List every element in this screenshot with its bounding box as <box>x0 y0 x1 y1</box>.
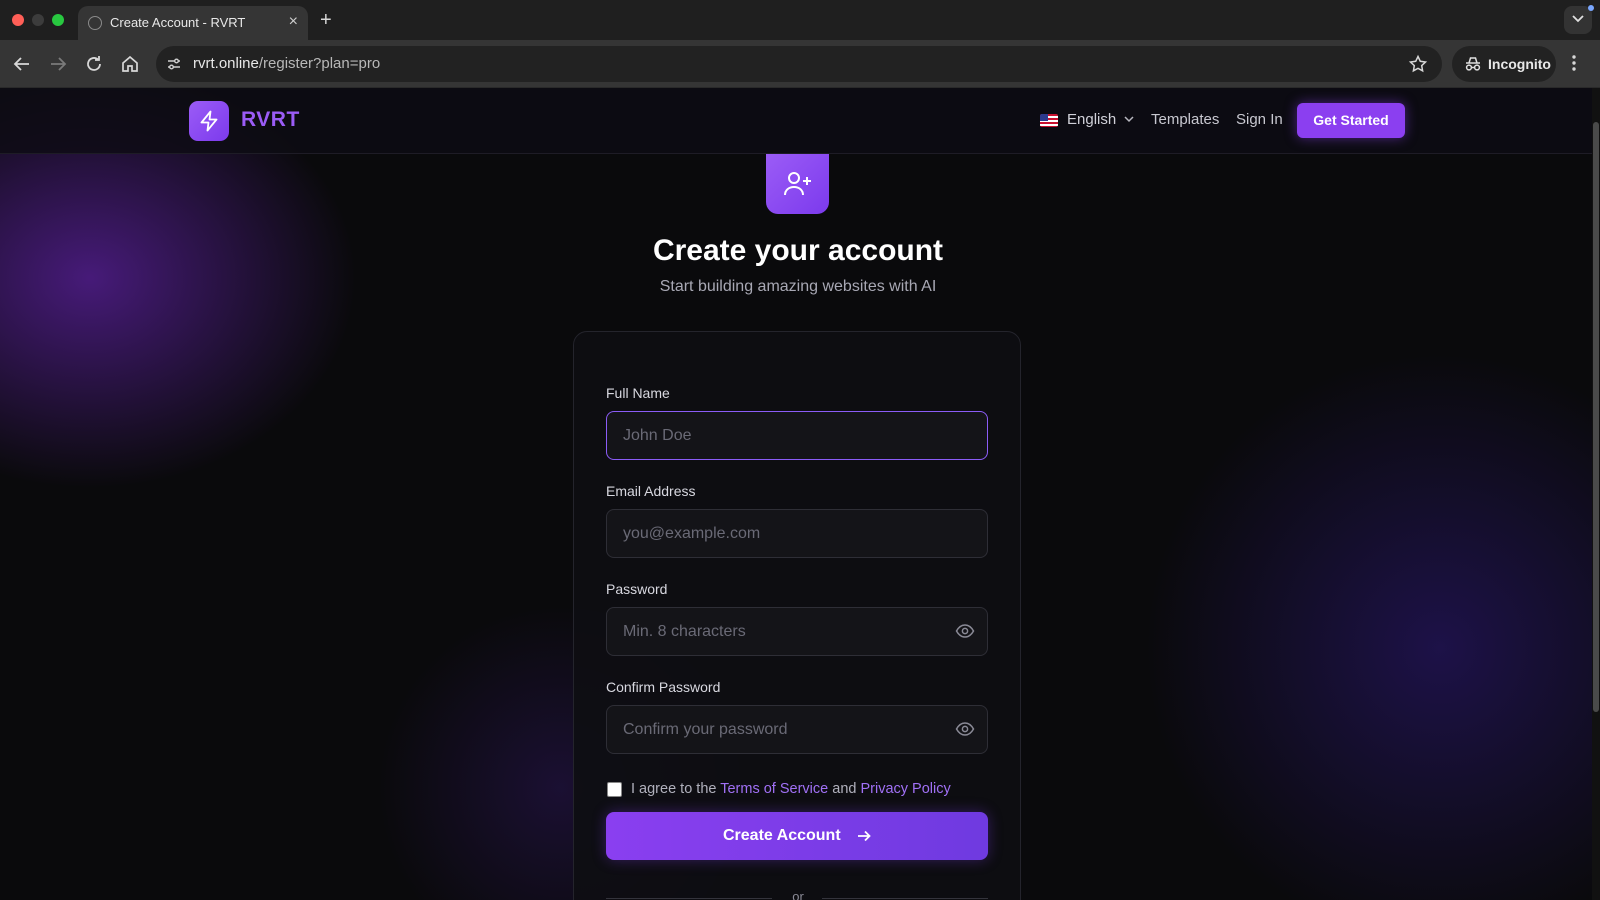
full-name-label: Full Name <box>606 385 670 401</box>
terms-of-service-link[interactable]: Terms of Service <box>720 781 828 797</box>
nav-templates-link[interactable]: Templates <box>1151 111 1219 128</box>
email-field[interactable] <box>606 509 988 558</box>
back-button[interactable] <box>10 52 34 76</box>
tab-title: Create Account - RVRT <box>110 15 246 30</box>
agree-and: and <box>832 781 857 797</box>
email-input[interactable] <box>607 510 987 557</box>
page-subtitle: Start building amazing websites with AI <box>659 278 937 295</box>
us-flag-icon <box>1040 114 1058 127</box>
lightning-icon <box>200 110 218 132</box>
chevron-down-icon <box>1124 116 1134 123</box>
globe-icon <box>88 16 102 30</box>
chevron-down-icon <box>1572 15 1584 23</box>
scrollbar-thumb[interactable] <box>1593 122 1599 712</box>
forward-button[interactable] <box>46 52 70 76</box>
page-viewport: RVRT English Templates Sign In Get Start… <box>0 88 1600 900</box>
more-vert-icon[interactable] <box>1572 54 1576 72</box>
arrow-left-icon <box>13 57 29 71</box>
language-label: English <box>1067 111 1117 128</box>
tab-close-icon[interactable]: × <box>289 13 298 31</box>
user-plus-icon <box>784 172 811 196</box>
window-minimize-button[interactable] <box>32 14 44 26</box>
reload-button[interactable] <box>82 52 106 76</box>
full-name-field[interactable] <box>606 411 988 460</box>
url-text: rvrt.online/register?plan=pro <box>193 55 380 72</box>
email-label: Email Address <box>606 483 696 499</box>
password-field[interactable] <box>606 607 988 656</box>
incognito-icon <box>1465 57 1481 71</box>
confirm-password-label: Confirm Password <box>606 679 721 695</box>
browser-toolbar: rvrt.online/register?plan=pro Incognito <box>0 40 1600 88</box>
logo-mark[interactable] <box>189 101 229 141</box>
browser-tab[interactable]: Create Account - RVRT × <box>78 6 308 40</box>
notification-dot <box>1588 5 1594 11</box>
window-maximize-button[interactable] <box>52 14 64 26</box>
eye-icon[interactable] <box>955 623 975 639</box>
create-account-label: Create Account <box>723 827 841 844</box>
nav-sign-in-link[interactable]: Sign In <box>1236 111 1283 128</box>
terms-checkbox[interactable] <box>607 782 622 797</box>
confirm-password-field[interactable] <box>606 705 988 754</box>
privacy-policy-link[interactable]: Privacy Policy <box>860 781 950 797</box>
page-title: Create your account <box>652 234 944 267</box>
site-header: RVRT English Templates Sign In Get Start… <box>0 88 1592 154</box>
get-started-label: Get Started <box>1313 112 1389 128</box>
brand-name[interactable]: RVRT <box>241 108 300 132</box>
page-scrollbar[interactable] <box>1592 88 1600 900</box>
tab-search-button[interactable] <box>1564 6 1592 34</box>
agree-prefix: I agree to the <box>631 781 717 797</box>
terms-agreement-text: I agree to the Terms of Service and Priv… <box>631 781 951 797</box>
incognito-badge[interactable]: Incognito <box>1452 46 1556 82</box>
browser-tab-bar: Create Account - RVRT × + <box>0 0 1600 40</box>
password-label: Password <box>606 581 668 597</box>
home-icon <box>122 55 138 72</box>
register-form-card: Full Name Email Address Password Confirm… <box>573 331 1021 900</box>
site-settings-icon[interactable] <box>166 56 182 72</box>
hero-icon-badge <box>766 154 829 214</box>
divider-or-text: or <box>792 889 804 900</box>
eye-icon[interactable] <box>955 721 975 737</box>
confirm-password-input[interactable] <box>607 706 987 753</box>
address-bar[interactable]: rvrt.online/register?plan=pro <box>156 46 1442 82</box>
get-started-button[interactable]: Get Started <box>1297 103 1405 138</box>
reload-icon <box>87 56 101 71</box>
password-input[interactable] <box>607 608 987 655</box>
arrow-right-icon <box>51 57 67 71</box>
bookmark-star-icon[interactable] <box>1408 54 1428 74</box>
create-account-button[interactable]: Create Account <box>606 812 988 860</box>
url-path: /register?plan=pro <box>258 55 381 72</box>
incognito-label: Incognito <box>1488 56 1551 72</box>
url-host: rvrt.online <box>193 55 259 72</box>
window-close-button[interactable] <box>12 14 24 26</box>
new-tab-button[interactable]: + <box>320 8 332 32</box>
home-button[interactable] <box>118 52 142 76</box>
arrow-right-icon <box>858 830 871 842</box>
full-name-input[interactable] <box>607 412 987 459</box>
